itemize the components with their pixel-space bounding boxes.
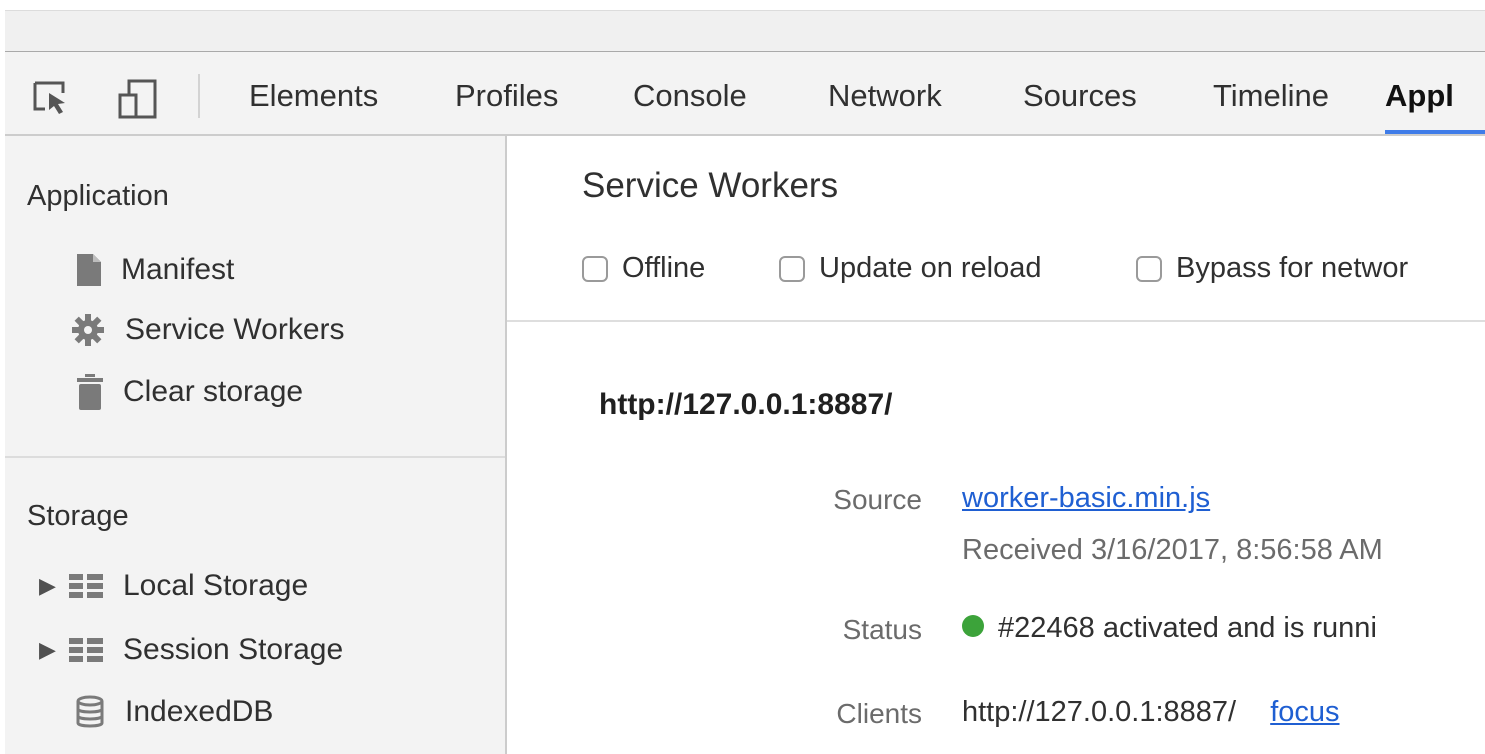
sidebar-item-label: Service Workers bbox=[125, 313, 345, 346]
received-timestamp: Received 3/16/2017, 8:56:58 AM bbox=[962, 534, 1383, 566]
clients-label: Clients bbox=[836, 698, 922, 729]
clients-value: http://127.0.0.1:8887/ focus bbox=[962, 696, 1340, 729]
sidebar-item-label: Manifest bbox=[121, 253, 235, 286]
sidebar-item-service-workers[interactable]: Service Workers bbox=[71, 310, 345, 350]
devtools-toolbar: Elements Profiles Console Network Source… bbox=[5, 52, 1485, 136]
sidebar-item-label: IndexedDB bbox=[125, 695, 274, 728]
device-mode-icon[interactable] bbox=[117, 79, 159, 124]
panel-divider bbox=[507, 320, 1485, 322]
gear-icon bbox=[71, 313, 105, 347]
sidebar-item-session-storage[interactable]: ▶ Session Storage bbox=[39, 630, 343, 670]
tab-network[interactable]: Network bbox=[828, 74, 942, 124]
toolbar-separator bbox=[198, 74, 200, 118]
inspect-element-icon[interactable] bbox=[31, 79, 71, 120]
checkbox-box[interactable] bbox=[779, 255, 805, 282]
trash-icon bbox=[77, 374, 103, 410]
offline-checkbox[interactable]: Offline bbox=[582, 252, 705, 285]
checkbox-box[interactable] bbox=[582, 255, 608, 282]
checkbox-label: Update on reload bbox=[819, 252, 1042, 284]
sidebar-item-label: Local Storage bbox=[123, 569, 309, 602]
worker-origin: http://127.0.0.1:8887/ bbox=[599, 388, 893, 421]
update-on-reload-checkbox[interactable]: Update on reload bbox=[779, 252, 1042, 285]
sidebar-item-label: Session Storage bbox=[123, 633, 344, 666]
tab-timeline[interactable]: Timeline bbox=[1213, 74, 1329, 124]
sidebar-item-indexeddb[interactable]: IndexedDB bbox=[75, 692, 273, 732]
tab-elements[interactable]: Elements bbox=[249, 74, 378, 124]
sidebar: Application Manifest Service Workers Cle… bbox=[5, 136, 507, 754]
database-icon bbox=[75, 695, 105, 729]
tab-sources[interactable]: Sources bbox=[1023, 74, 1137, 124]
sidebar-item-manifest[interactable]: Manifest bbox=[77, 250, 234, 290]
expand-arrow-icon[interactable]: ▶ bbox=[39, 573, 61, 599]
bypass-for-network-checkbox[interactable]: Bypass for networ bbox=[1136, 252, 1408, 285]
expand-arrow-icon[interactable]: ▶ bbox=[39, 637, 61, 663]
status-text: #22468 activated and is runni bbox=[998, 612, 1377, 644]
tab-application[interactable]: Appl bbox=[1385, 74, 1454, 124]
checkbox-label: Bypass for networ bbox=[1176, 252, 1409, 284]
sidebar-item-local-storage[interactable]: ▶ Local Storage bbox=[39, 566, 308, 606]
active-tab-indicator bbox=[1385, 130, 1485, 134]
service-workers-panel: Service Workers Offline Update on reload… bbox=[507, 136, 1485, 754]
sidebar-divider bbox=[5, 456, 505, 458]
grid-icon bbox=[69, 574, 103, 598]
window-title-strip bbox=[5, 10, 1485, 53]
source-label: Source bbox=[833, 484, 922, 515]
page-title: Service Workers bbox=[582, 166, 839, 205]
grid-icon bbox=[69, 638, 103, 662]
tab-console[interactable]: Console bbox=[633, 74, 747, 124]
tab-profiles[interactable]: Profiles bbox=[455, 74, 558, 124]
source-value: worker-basic.min.js bbox=[962, 482, 1210, 515]
checkbox-label: Offline bbox=[622, 252, 706, 284]
status-running-indicator bbox=[962, 615, 984, 638]
section-title-application: Application bbox=[27, 180, 169, 212]
status-label: Status bbox=[842, 614, 922, 645]
sidebar-item-label: Clear storage bbox=[123, 375, 304, 408]
section-title-storage: Storage bbox=[27, 500, 129, 532]
checkbox-box[interactable] bbox=[1136, 255, 1162, 282]
focus-link[interactable]: focus bbox=[1270, 696, 1339, 728]
status-value: #22468 activated and is runni bbox=[962, 612, 1377, 645]
sidebar-item-clear-storage[interactable]: Clear storage bbox=[77, 372, 303, 412]
source-file-link[interactable]: worker-basic.min.js bbox=[962, 482, 1210, 514]
document-icon bbox=[77, 254, 101, 286]
client-url: http://127.0.0.1:8887/ bbox=[962, 696, 1237, 728]
